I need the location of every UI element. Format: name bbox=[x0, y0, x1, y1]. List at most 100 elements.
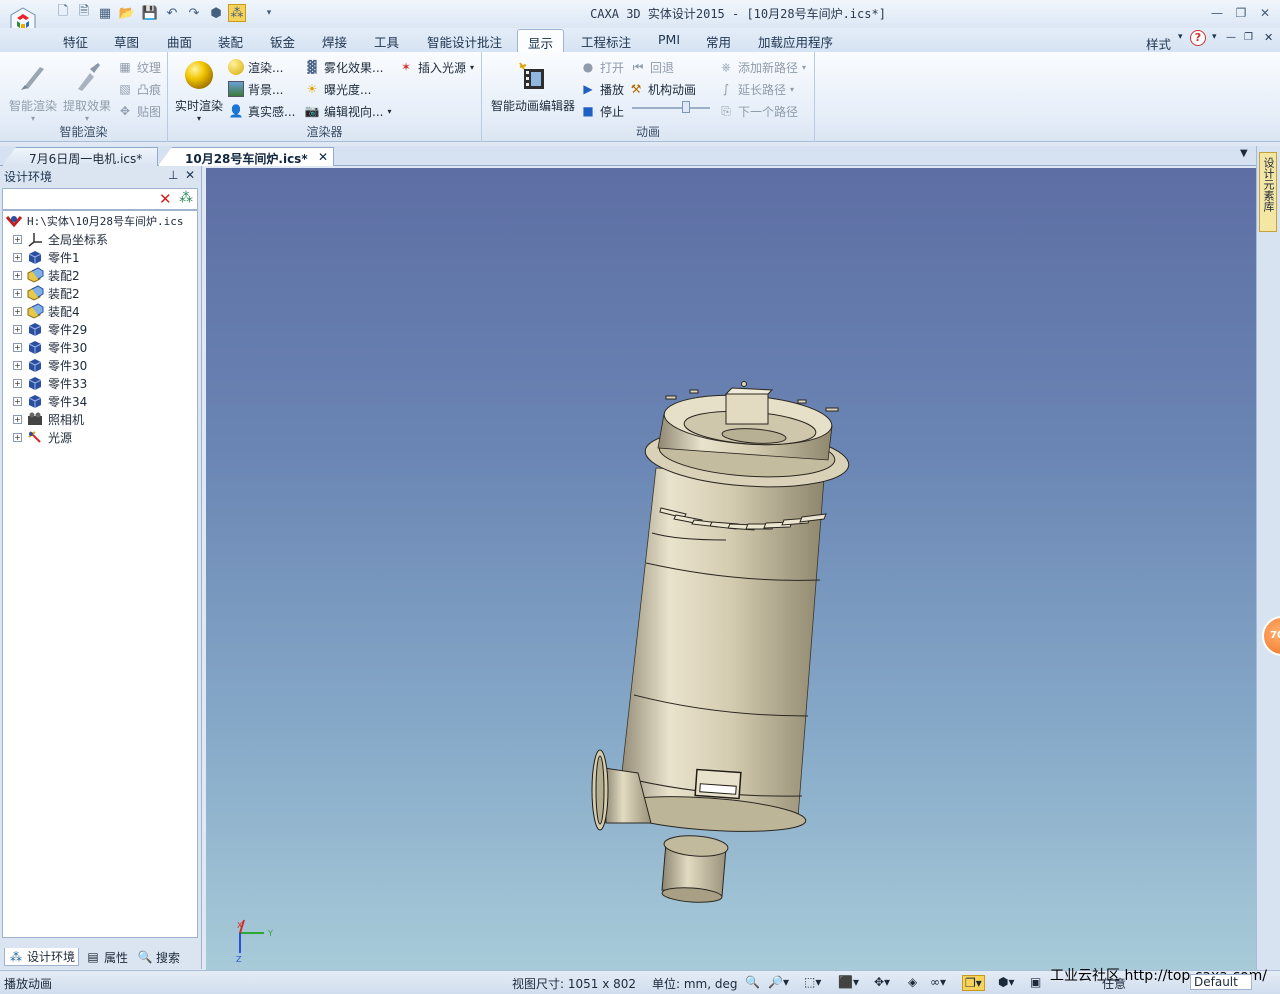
expand-icon[interactable]: + bbox=[13, 414, 22, 424]
style-dropdown-icon[interactable]: ▾ bbox=[1178, 32, 1183, 42]
tab-assembly[interactable]: 装配 bbox=[218, 32, 243, 51]
part-icon bbox=[26, 339, 44, 355]
realtime-render-button[interactable]: 实时渲染 ▾ bbox=[171, 56, 227, 123]
render-style-select[interactable]: Default bbox=[1190, 974, 1252, 990]
tree-root[interactable]: H:\实体\10月28号车间炉.ics bbox=[5, 212, 183, 230]
restore-icon[interactable]: ❐ bbox=[1230, 4, 1252, 22]
mechanism-animation-button[interactable]: ⚒ 机构动画 bbox=[628, 79, 696, 99]
tree-item[interactable]: + 光源 bbox=[3, 428, 72, 446]
smart-animation-editor-button[interactable]: 智能动画编辑器 bbox=[487, 56, 579, 114]
expand-icon[interactable]: + bbox=[13, 324, 22, 334]
tree-item[interactable]: + 装配2 bbox=[3, 266, 80, 284]
render-mode-icon[interactable]: ◈ bbox=[908, 975, 917, 989]
bump-button[interactable]: ▧ 凸痕 bbox=[117, 79, 161, 99]
edit-view-button[interactable]: 📷 编辑视向... ▾ bbox=[304, 101, 392, 121]
tab-tools[interactable]: 工具 bbox=[374, 32, 399, 51]
tab-sketch[interactable]: 草图 bbox=[114, 32, 139, 51]
expand-icon[interactable]: + bbox=[13, 342, 22, 352]
tab-design-env[interactable]: ⁂ 设计环境 bbox=[4, 948, 80, 966]
tab-common[interactable]: 常用 bbox=[706, 32, 731, 51]
style-menu[interactable]: 样式 bbox=[1146, 34, 1171, 53]
floating-badge[interactable]: 70 bbox=[1262, 616, 1280, 656]
expand-icon[interactable]: + bbox=[13, 378, 22, 388]
expand-icon[interactable]: + bbox=[13, 288, 22, 298]
expand-icon[interactable]: + bbox=[13, 306, 22, 316]
animation-play-button[interactable]: ▶ 播放 bbox=[580, 79, 624, 99]
doc-tab-motor[interactable]: 7月6日周一电机.ics* bbox=[2, 147, 158, 166]
pin-icon[interactable]: ⊥ bbox=[168, 168, 178, 182]
tab-feature[interactable]: 特征 bbox=[63, 32, 88, 51]
render-button[interactable]: 渲染... bbox=[228, 57, 283, 77]
background-button[interactable]: 背景... bbox=[228, 79, 283, 99]
close-icon[interactable]: ✕ bbox=[1254, 4, 1276, 22]
decal-button[interactable]: ✥ 贴图 bbox=[117, 101, 161, 121]
select-filter-icon[interactable]: ▣ bbox=[1030, 975, 1041, 989]
tree-item[interactable]: + 装配2 bbox=[3, 284, 80, 302]
extract-effect-button[interactable]: 提取效果 ▾ bbox=[59, 56, 115, 123]
doc-restore-icon[interactable]: ❐ bbox=[1244, 32, 1253, 43]
smart-render-button[interactable]: 智能渲染 ▾ bbox=[5, 56, 61, 123]
design-env-tree-icon[interactable]: ⁂ bbox=[179, 190, 193, 206]
tree-item[interactable]: + 照相机 bbox=[3, 410, 84, 428]
close-tab-icon[interactable]: ✕ bbox=[318, 150, 328, 164]
tree-item[interactable]: + 零件1 bbox=[3, 248, 80, 266]
expand-icon[interactable]: + bbox=[13, 396, 22, 406]
tree-item[interactable]: + 零件34 bbox=[3, 392, 87, 410]
select-mode[interactable]: 任意 bbox=[1102, 975, 1126, 992]
animation-stop-button[interactable]: ■ 停止 bbox=[580, 101, 624, 121]
doc-minimize-icon[interactable]: — bbox=[1226, 32, 1236, 43]
tab-smart-annotation[interactable]: 智能设计批注 bbox=[427, 32, 502, 51]
doc-close-icon[interactable]: ✕ bbox=[1264, 31, 1273, 44]
view-orient-icon[interactable]: ⬚▾ bbox=[804, 975, 821, 989]
tree-item[interactable]: + 全局坐标系 bbox=[3, 230, 108, 248]
expand-icon[interactable]: + bbox=[13, 432, 22, 442]
next-path-button[interactable]: ⎘ 下一个路径 bbox=[718, 101, 798, 121]
delete-icon[interactable]: ✕ bbox=[159, 190, 172, 208]
tab-load-apps[interactable]: 加载应用程序 bbox=[758, 32, 833, 51]
insert-light-button[interactable]: ✶ 插入光源 ▾ bbox=[398, 57, 474, 77]
expand-icon[interactable]: + bbox=[13, 252, 22, 262]
slider-thumb[interactable] bbox=[682, 101, 690, 113]
animation-speed-slider[interactable] bbox=[632, 107, 710, 109]
tab-display[interactable]: 显示 bbox=[517, 29, 565, 52]
minimize-icon[interactable]: — bbox=[1206, 4, 1228, 22]
tree-item[interactable]: + 零件30 bbox=[3, 338, 87, 356]
expand-icon[interactable]: + bbox=[13, 270, 22, 280]
tab-list-dropdown-icon[interactable]: ▼ bbox=[1240, 148, 1248, 159]
tab-engineering-annotation[interactable]: 工程标注 bbox=[581, 32, 631, 51]
tab-sheet-metal[interactable]: 钣金 bbox=[270, 32, 295, 51]
expand-icon[interactable]: + bbox=[13, 234, 22, 244]
exposure-button[interactable]: ☀ 曝光度... bbox=[304, 79, 372, 99]
zoom-icon[interactable]: 🔍 bbox=[745, 975, 760, 989]
tree-item[interactable]: + 装配4 bbox=[3, 302, 80, 320]
panel-close-icon[interactable]: ✕ bbox=[185, 168, 195, 182]
help-dropdown-icon[interactable]: ▾ bbox=[1212, 32, 1217, 42]
pan-icon[interactable]: ✥▾ bbox=[874, 975, 890, 989]
furnace-model[interactable]: X Y Z bbox=[206, 168, 1256, 970]
shading-icon[interactable]: ⬢▾ bbox=[998, 975, 1015, 989]
animation-rewind-button[interactable]: ⏮ 回退 bbox=[630, 57, 674, 77]
tab-welding[interactable]: 焊接 bbox=[322, 32, 347, 51]
tree-item[interactable]: + 零件33 bbox=[3, 374, 87, 392]
display-mode-icon[interactable]: ❐▾ bbox=[962, 975, 985, 991]
tree-item[interactable]: + 零件30 bbox=[3, 356, 87, 374]
tab-surface[interactable]: 曲面 bbox=[167, 32, 192, 51]
tab-properties[interactable]: ▤ 属性 bbox=[82, 948, 131, 966]
glasses-icon[interactable]: ∞▾ bbox=[930, 975, 946, 989]
animation-open-button[interactable]: ● 打开 bbox=[580, 57, 624, 77]
add-path-button[interactable]: ⎈ 添加新路径 ▾ bbox=[718, 57, 806, 77]
texture-button[interactable]: ▦ 纹理 bbox=[117, 57, 161, 77]
tree-item[interactable]: + 零件29 bbox=[3, 320, 87, 338]
help-icon[interactable]: ? bbox=[1190, 30, 1206, 46]
design-element-library-tab[interactable]: 设计元素库 bbox=[1259, 152, 1277, 232]
doc-tab-furnace[interactable]: 10月28号车间炉.ics* ✕ bbox=[158, 147, 334, 166]
standard-view-icon[interactable]: ⬛▾ bbox=[838, 975, 859, 989]
tab-search[interactable]: 🔍 搜索 bbox=[134, 948, 183, 966]
extend-path-button[interactable]: ∫ 延长路径 ▾ bbox=[718, 79, 794, 99]
fog-effect-button[interactable]: ▓ 雾化效果... bbox=[304, 57, 383, 77]
zoom-window-icon[interactable]: 🔎▾ bbox=[768, 975, 789, 989]
realism-button[interactable]: 👤 真实感... bbox=[228, 101, 296, 121]
tab-pmi[interactable]: PMI bbox=[658, 32, 680, 47]
3d-viewport[interactable]: X Y Z bbox=[206, 168, 1256, 970]
expand-icon[interactable]: + bbox=[13, 360, 22, 370]
